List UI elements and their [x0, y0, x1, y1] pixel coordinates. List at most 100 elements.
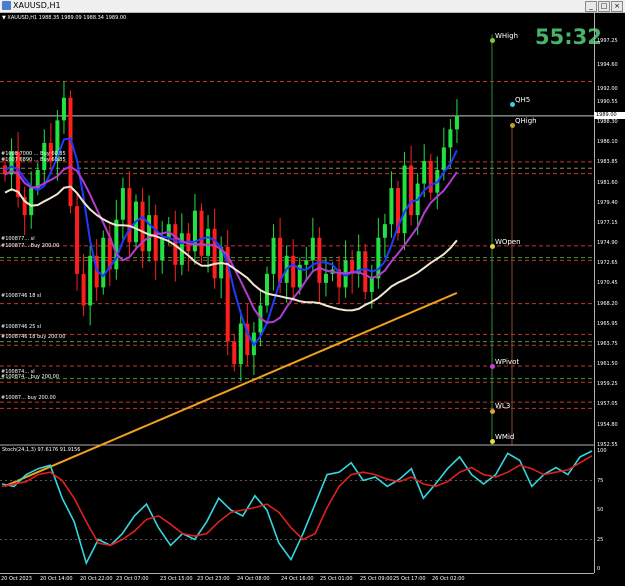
candle-body: [232, 341, 237, 365]
candle-body: [160, 237, 165, 261]
candle-body: [454, 115, 459, 130]
order-label[interactable]: #1007 6890 ... Buy 60.85: [1, 157, 66, 163]
window-title: XAUUSD,H1: [13, 1, 61, 10]
window-titlebar: XAUUSD,H1 _ □ ×: [0, 0, 625, 13]
price-tick-label: 1983.85: [597, 159, 618, 166]
time-tick-label: 25 Oct 17:00: [393, 576, 426, 582]
level-label: WPivot: [495, 357, 520, 366]
time-tick-label: 23 Oct 15:00: [160, 576, 193, 582]
stoch-k-line: [1, 450, 593, 566]
candle-body: [441, 147, 446, 171]
level-label: WMid: [495, 432, 515, 441]
close-button[interactable]: ×: [611, 1, 623, 12]
price-tick-label: 1972.65: [597, 260, 618, 267]
candle-body: [409, 165, 414, 216]
order-label[interactable]: #1008746 18 sl: [1, 293, 41, 299]
level-marker-icon: [489, 38, 495, 44]
candle-body: [81, 273, 86, 306]
price-tick-label: 1992.00: [597, 85, 618, 92]
candle-timer: 55:32: [535, 25, 602, 49]
candle-body: [114, 219, 119, 270]
price-axis[interactable]: 1997.25 1994.60 1992.00 1990.55 1988.30 1986.…: [594, 13, 625, 448]
candle-body: [88, 255, 93, 306]
candle-body: [199, 210, 204, 256]
chart-area[interactable]: ▼ XAUUSD,H1 1988.35 1989.09 1988.34 1989…: [0, 13, 625, 585]
order-label[interactable]: #100874... buy 200.00: [1, 374, 59, 380]
level-marker-icon: [489, 408, 495, 414]
osc-tick-label: 75: [597, 477, 604, 484]
price-tick-label: 1974.90: [597, 240, 618, 247]
candle-body: [120, 188, 125, 220]
order-label[interactable]: #100877... Buy 200.00: [1, 243, 59, 249]
candle-body: [428, 160, 433, 193]
price-tick-label: 1986.10: [597, 139, 618, 145]
candle-body: [291, 255, 296, 288]
candle-body: [68, 97, 73, 207]
current-price-label: 1989.00: [594, 112, 625, 120]
price-tick-label: 1977.15: [597, 219, 618, 226]
level-marker-icon: [489, 364, 495, 370]
ma-orange-line: [4, 291, 458, 488]
level-label: WOpen: [495, 237, 521, 246]
candle-body: [153, 215, 158, 261]
minimize-button[interactable]: _: [585, 1, 597, 12]
time-tick-label: 25 Oct 01:00: [320, 576, 353, 582]
price-tick-label: 1997.25: [597, 38, 618, 45]
candle-body: [101, 237, 106, 288]
time-tick-label: 24 Oct 16:00: [281, 576, 314, 582]
candle-body: [238, 323, 243, 365]
price-tick-label: 1990.55: [597, 98, 618, 105]
level-label: QHigh: [515, 116, 537, 125]
time-axis[interactable]: 20 Oct 2023 20 Oct 14:00 20 Oct 22:00 23 Oc…: [0, 573, 594, 586]
time-tick-label: 23 Oct 07:00: [116, 576, 149, 582]
price-tick-label: 1965.95: [597, 320, 618, 327]
candle-body: [376, 237, 381, 279]
candle-body: [61, 97, 66, 121]
osc-tick-label: 50: [597, 507, 604, 513]
price-tick-label: 1968.20: [597, 300, 618, 307]
chart-window-icon: [2, 1, 11, 10]
candle-body: [265, 273, 269, 306]
osc-tick-label: 0: [597, 566, 601, 572]
candle-body: [278, 237, 283, 283]
symbol-info: ▼ XAUUSD,H1 1988.35 1989.09 1988.34 1989…: [2, 15, 127, 21]
stoch-d-line: [1, 455, 593, 547]
price-tick-label: 1981.60: [597, 179, 618, 186]
candle-body: [304, 260, 309, 265]
candle-body: [402, 165, 407, 234]
time-tick-label: 26 Oct 02:00: [432, 576, 465, 582]
order-label[interactable]: #100877... sl: [1, 236, 35, 242]
osc-tick-label: 25: [597, 536, 604, 543]
time-tick-label: 24 Oct 08:00: [237, 576, 270, 582]
price-tick-label: 1963.75: [597, 340, 618, 347]
time-tick-label: 20 Oct 2023: [1, 576, 32, 582]
candle-body: [29, 188, 34, 216]
candle-body: [206, 228, 211, 256]
price-tick-label: 1957.05: [597, 401, 618, 408]
candle-body: [317, 237, 322, 283]
order-label[interactable]: #10087... buy 200.00: [1, 395, 56, 401]
level-label: QH5: [515, 95, 531, 104]
candle-body: [127, 188, 132, 243]
time-tick-label: 25 Oct 09:00: [360, 576, 393, 582]
level-label: WL3: [495, 402, 511, 411]
order-label[interactable]: #1008746 25 sl: [1, 324, 41, 330]
level-marker-icon: [489, 244, 495, 250]
candle-body: [363, 251, 368, 292]
candle-body: [271, 237, 276, 274]
price-tick-label: 1979.40: [597, 199, 618, 206]
candle-body: [212, 228, 217, 279]
candle-body: [422, 160, 427, 184]
maximize-button[interactable]: □: [598, 1, 610, 12]
level-marker-icon: [489, 439, 495, 445]
time-tick-label: 23 Oct 23:00: [197, 576, 230, 582]
stochastic-label: Stoch(24,1,3) 97.6176 91.9156: [2, 447, 81, 453]
ma-blue-line: [4, 137, 458, 347]
order-label[interactable]: #1008746 18 buy 200.00: [1, 334, 65, 340]
time-tick-label: 20 Oct 22:00: [80, 576, 113, 582]
candle-body: [75, 206, 80, 274]
candle-body: [448, 129, 453, 148]
price-chart[interactable]: [0, 13, 625, 585]
price-tick-label: 1959.25: [597, 381, 618, 388]
oscillator-axis[interactable]: 100 75 50 25 0: [594, 445, 625, 573]
